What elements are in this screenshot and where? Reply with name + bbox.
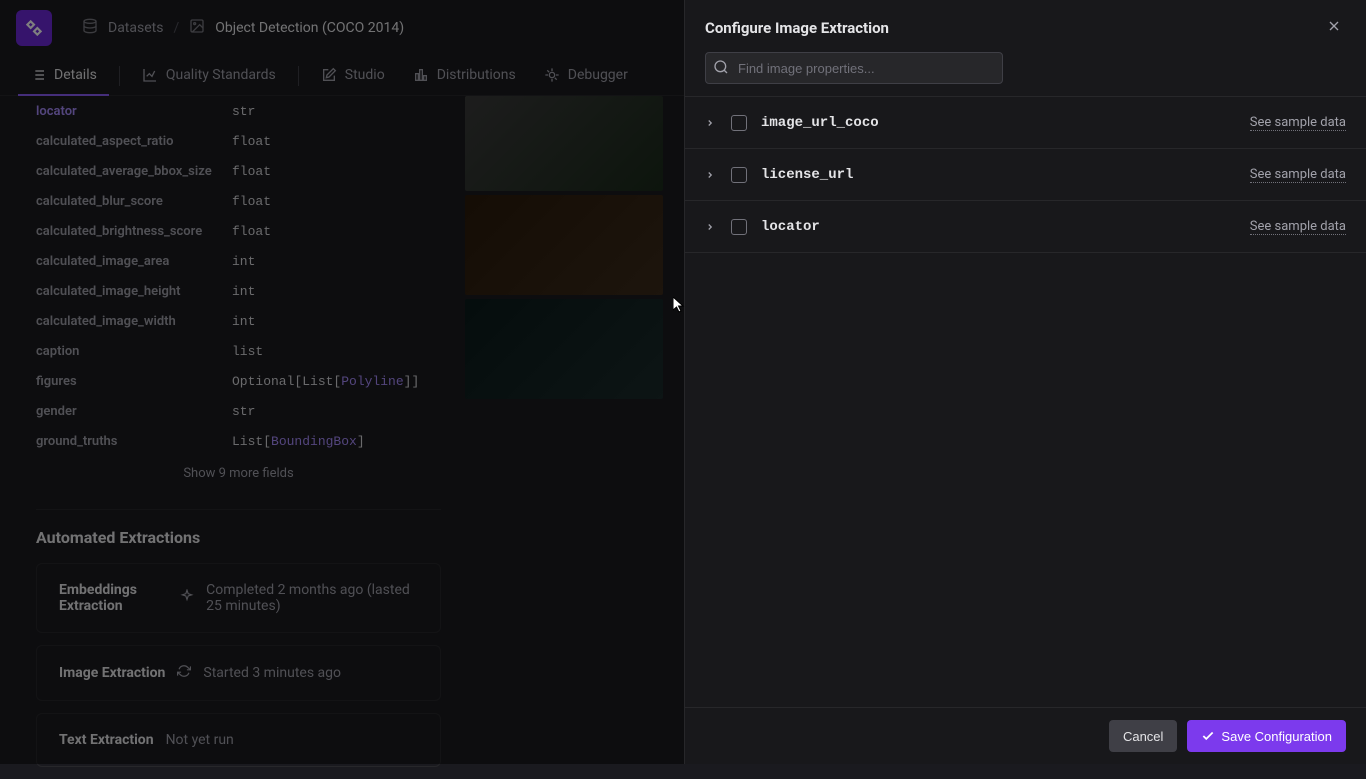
search-input[interactable] bbox=[705, 52, 1003, 84]
property-checkbox[interactable] bbox=[731, 115, 747, 131]
close-button[interactable] bbox=[1322, 16, 1346, 40]
chevron-right-icon[interactable] bbox=[705, 222, 717, 232]
save-label: Save Configuration bbox=[1221, 729, 1332, 744]
see-sample-data-link[interactable]: See sample data bbox=[1250, 219, 1346, 235]
property-checkbox[interactable] bbox=[731, 219, 747, 235]
panel-body: image_url_cocoSee sample datalicense_url… bbox=[685, 96, 1366, 707]
property-row: locator See sample data bbox=[685, 201, 1366, 253]
search-container bbox=[685, 52, 1366, 96]
property-name: locator bbox=[761, 219, 1236, 235]
panel-title: Configure Image Extraction bbox=[705, 19, 889, 37]
property-name: image_url_coco bbox=[761, 115, 1236, 131]
property-row: image_url_coco See sample data bbox=[685, 97, 1366, 149]
cancel-button[interactable]: Cancel bbox=[1109, 720, 1177, 752]
property-row: license_url See sample data bbox=[685, 149, 1366, 201]
save-configuration-button[interactable]: Save Configuration bbox=[1187, 720, 1346, 752]
panel-footer: Cancel Save Configuration bbox=[685, 707, 1366, 764]
check-icon bbox=[1201, 729, 1215, 743]
see-sample-data-link[interactable]: See sample data bbox=[1250, 115, 1346, 131]
property-name: license_url bbox=[761, 167, 1236, 183]
panel-header: Configure Image Extraction bbox=[685, 0, 1366, 52]
chevron-right-icon[interactable] bbox=[705, 170, 717, 180]
see-sample-data-link[interactable]: See sample data bbox=[1250, 167, 1346, 183]
chevron-right-icon[interactable] bbox=[705, 118, 717, 128]
configure-extraction-panel: Configure Image Extraction image_url_coc… bbox=[684, 0, 1366, 764]
search-icon bbox=[713, 59, 729, 79]
property-checkbox[interactable] bbox=[731, 167, 747, 183]
close-icon bbox=[1326, 18, 1342, 34]
